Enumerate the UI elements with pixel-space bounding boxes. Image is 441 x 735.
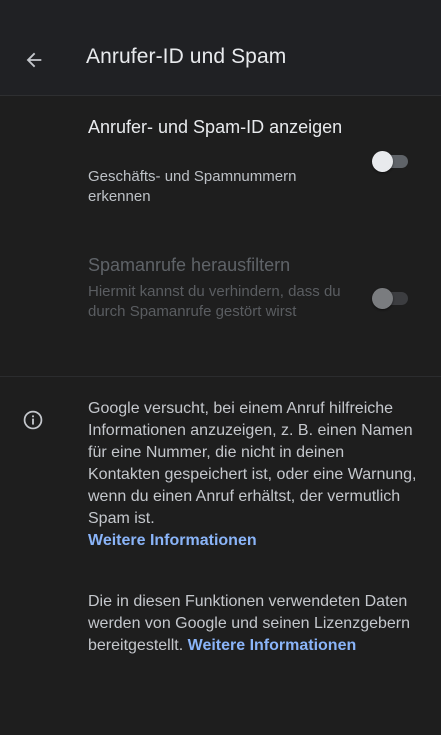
switch-thumb xyxy=(372,151,393,172)
more-info-link-1[interactable]: Weitere Informationen xyxy=(88,532,257,549)
more-info-link-2[interactable]: Weitere Informationen xyxy=(188,637,357,654)
caller-spam-id-toggle[interactable] xyxy=(372,149,412,173)
info-section: Google versucht, bei einem Anruf hilfrei… xyxy=(0,377,441,735)
setting-filter-spam-calls: Spamanrufe herausfiltern Hiermit kannst … xyxy=(0,254,441,354)
page-title: Anrufer-ID und Spam xyxy=(86,45,287,68)
settings-list: Anrufer- und Spam-ID anzeigen Geschäfts-… xyxy=(0,96,441,376)
arrow-back-icon xyxy=(26,52,42,68)
setting-title: Spamanrufe herausfiltern xyxy=(88,255,291,275)
setting-summary: Hiermit kannst du verhindern, dass du du… xyxy=(88,283,341,320)
setting-show-caller-spam-id[interactable]: Anrufer- und Spam-ID anzeigen Geschäfts-… xyxy=(0,116,441,220)
back-button[interactable] xyxy=(18,44,50,76)
info-text-1: Google versucht, bei einem Anruf hilfrei… xyxy=(88,400,417,527)
info-icon xyxy=(23,410,43,430)
info-paragraph-1: Google versucht, bei einem Anruf hilfrei… xyxy=(88,398,418,552)
switch-thumb xyxy=(372,288,393,309)
setting-summary: Geschäfts- und Spamnummern erkennen xyxy=(88,168,297,205)
app-bar: Anrufer-ID und Spam xyxy=(0,0,441,96)
setting-title: Anrufer- und Spam-ID anzeigen xyxy=(88,117,343,137)
filter-spam-toggle xyxy=(372,286,412,310)
info-paragraph-2: Die in diesen Funktionen verwendeten Dat… xyxy=(88,591,418,657)
